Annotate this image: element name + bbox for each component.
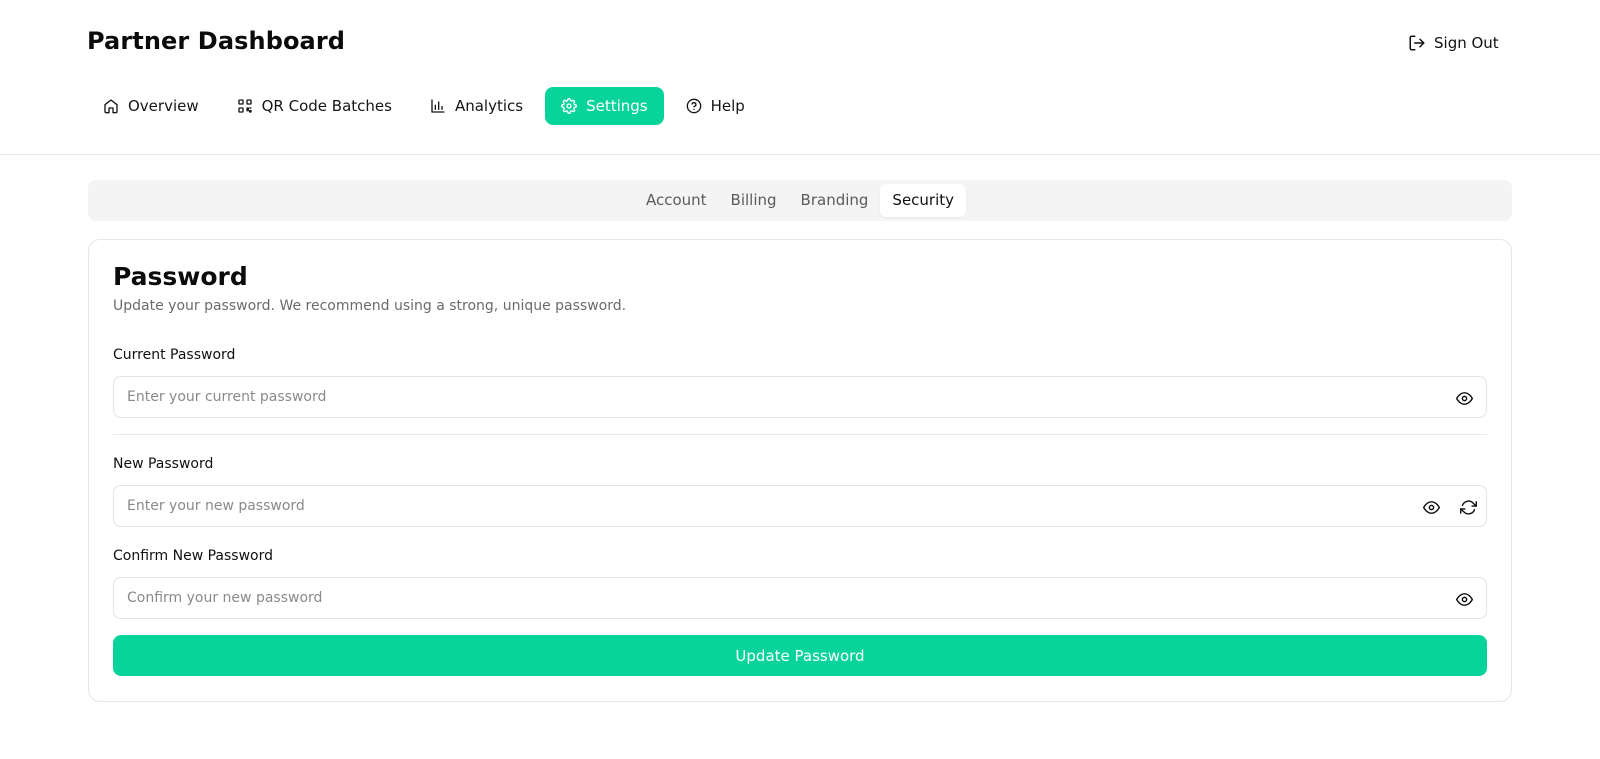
confirm-password-field bbox=[113, 577, 1487, 619]
password-card: Password Update your password. We recomm… bbox=[88, 239, 1512, 702]
nav-item-help[interactable]: Help bbox=[670, 87, 761, 125]
nav-item-analytics[interactable]: Analytics bbox=[414, 87, 539, 125]
current-password-input[interactable] bbox=[114, 377, 1354, 417]
eye-icon bbox=[1455, 391, 1473, 405]
new-password-field bbox=[113, 485, 1487, 527]
tab-billing[interactable]: Billing bbox=[719, 184, 789, 217]
nav-item-overview[interactable]: Overview bbox=[87, 87, 215, 125]
top-header: Partner Dashboard Sign Out Overview QR C… bbox=[0, 0, 1600, 155]
new-password-input[interactable] bbox=[114, 486, 1354, 526]
card-title: Password bbox=[113, 262, 248, 291]
generate-password-button[interactable] bbox=[1458, 497, 1478, 517]
tab-account[interactable]: Account bbox=[634, 184, 719, 217]
nav-item-qr-code-batches[interactable]: QR Code Batches bbox=[221, 87, 408, 125]
toggle-visibility-button[interactable] bbox=[1454, 589, 1474, 609]
current-password-field bbox=[113, 376, 1487, 418]
tab-branding[interactable]: Branding bbox=[789, 184, 881, 217]
settings-tabs: Account Billing Branding Security bbox=[88, 180, 1512, 221]
card-description: Update your password. We recommend using… bbox=[113, 298, 627, 314]
nav-item-label: Overview bbox=[128, 97, 199, 115]
toggle-visibility-button[interactable] bbox=[1454, 388, 1474, 408]
update-password-button[interactable]: Update Password bbox=[113, 635, 1487, 676]
eye-icon bbox=[1422, 500, 1440, 514]
current-password-label: Current Password bbox=[113, 347, 236, 363]
main-nav: Overview QR Code Batches Analytics Setti… bbox=[87, 87, 767, 125]
confirm-password-input[interactable] bbox=[114, 578, 1354, 618]
qr-code-icon bbox=[237, 99, 252, 113]
log-out-icon bbox=[1409, 35, 1425, 51]
sign-out-button[interactable]: Sign Out bbox=[1408, 34, 1499, 52]
app-title: Partner Dashboard bbox=[87, 27, 346, 55]
gear-icon bbox=[561, 98, 578, 114]
tab-security[interactable]: Security bbox=[880, 184, 967, 217]
nav-item-label: Help bbox=[710, 97, 745, 115]
confirm-password-label: Confirm New Password bbox=[113, 548, 274, 564]
nav-item-label: QR Code Batches bbox=[261, 97, 392, 115]
section-divider bbox=[113, 434, 1487, 435]
eye-icon bbox=[1455, 592, 1473, 606]
home-icon bbox=[104, 99, 118, 114]
nav-item-label: Settings bbox=[586, 97, 648, 115]
help-circle-icon bbox=[686, 98, 701, 114]
nav-item-label: Analytics bbox=[454, 97, 524, 115]
toggle-visibility-button[interactable] bbox=[1421, 497, 1441, 517]
bar-chart-icon bbox=[431, 99, 445, 113]
sign-out-label: Sign Out bbox=[1434, 34, 1499, 52]
refresh-icon bbox=[1459, 499, 1477, 515]
nav-item-settings[interactable]: Settings bbox=[545, 87, 664, 125]
new-password-label: New Password bbox=[113, 456, 214, 472]
